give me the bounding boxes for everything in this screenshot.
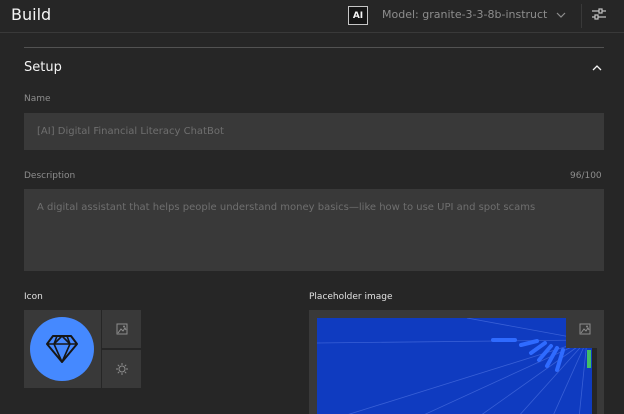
setup-section-title[interactable]: Setup — [24, 60, 62, 75]
settings-sliders-icon[interactable] — [590, 6, 608, 24]
top-bar: Build AI Model: granite-3-3-8b-instruct — [0, 0, 624, 33]
page-title: Build — [11, 5, 52, 24]
image-upload-icon — [579, 323, 591, 335]
diamond-icon — [46, 335, 78, 363]
name-label: Name — [24, 94, 51, 104]
section-divider — [24, 47, 604, 48]
magic-wand-icon — [115, 363, 128, 375]
model-selector[interactable]: Model: granite-3-3-8b-instruct — [382, 8, 547, 21]
chevron-up-icon[interactable] — [590, 61, 604, 75]
name-input[interactable] — [24, 113, 604, 150]
upload-placeholder-image-button[interactable] — [566, 310, 604, 348]
description-char-count: 96/100 — [570, 171, 602, 181]
placeholder-image — [317, 318, 597, 414]
upload-icon-button[interactable] — [102, 310, 141, 348]
icon-avatar — [30, 317, 94, 381]
image-upload-icon — [116, 323, 127, 335]
chevron-down-icon[interactable] — [555, 9, 567, 21]
description-label: Description — [24, 171, 76, 181]
ai-badge: AI — [348, 6, 368, 25]
icon-preview — [24, 310, 101, 388]
generate-icon-button[interactable] — [102, 350, 141, 388]
toolbar-divider — [581, 4, 582, 28]
placeholder-image-label: Placeholder image — [309, 292, 393, 302]
placeholder-image-frame — [309, 310, 604, 414]
description-textarea[interactable]: A digital assistant that helps people un… — [24, 189, 604, 271]
abstract-graphic — [317, 318, 597, 414]
icon-label: Icon — [24, 292, 43, 302]
